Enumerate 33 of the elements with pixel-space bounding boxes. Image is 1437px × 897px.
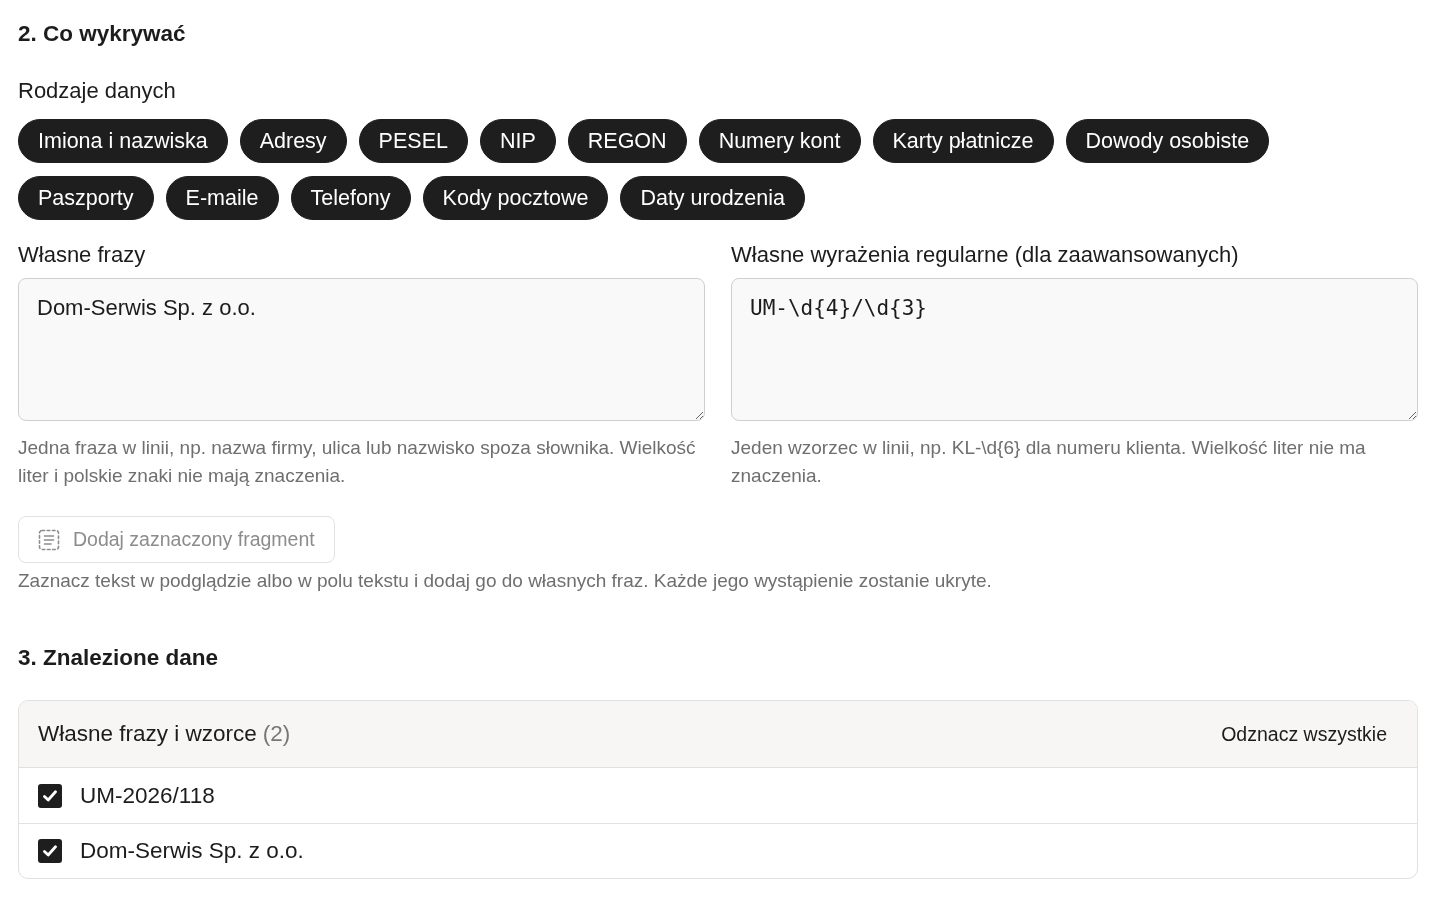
regex-field[interactable]: UM-\d{4}/\d{3} [731, 278, 1418, 421]
data-type-chip[interactable]: Paszporty [18, 176, 154, 220]
checkbox[interactable] [38, 783, 62, 808]
data-type-chip[interactable]: Telefony [290, 176, 411, 220]
data-type-chip[interactable]: Numery kont [698, 119, 861, 163]
check-icon [43, 789, 57, 802]
field-label: Własne frazy [18, 243, 146, 267]
data-type-chip[interactable]: REGON [567, 119, 687, 163]
data-type-chip[interactable]: E-maile [165, 176, 279, 220]
data-type-chip[interactable]: Imiona i nazwiska [18, 119, 228, 163]
data-type-chip[interactable]: NIP [479, 119, 556, 163]
data-type-chip[interactable]: Karty płatnicze [872, 119, 1054, 163]
field-label: Rodzaje danych [18, 79, 176, 103]
data-type-chip[interactable]: Kody pocztowe [422, 176, 609, 220]
deselect-all-button[interactable]: Odznacz wszystkie [1221, 722, 1387, 746]
count-label: (2) [262, 721, 291, 747]
group-title: Własne frazy i wzorce [38, 721, 257, 747]
data-type-chip[interactable]: Adresy [239, 119, 347, 163]
hint-text: Jeden wzorzec w linii, np. KL-\d{6} dla numeru klienta. Wielkość liter nie ma znaczenia. [731, 436, 1367, 488]
dashed-text-icon [38, 528, 60, 551]
phrases-field[interactable]: Dom-Serwis Sp. z o.o. [18, 278, 705, 421]
section-title: 3. Znalezione dane [18, 644, 219, 672]
item-label: UM-2026/118 [80, 782, 215, 809]
data-type-chip[interactable]: Daty urodzenia [620, 176, 806, 220]
help-text: Zaznacz tekst w podglądzie albo w polu tekstu i dodaj go do własnych fraz. Każde jego wystąpienie zostanie ukryte. [18, 569, 993, 593]
data-type-chip[interactable]: PESEL [358, 119, 468, 163]
section-title: 2. Co wykrywać [18, 20, 186, 48]
item-label: Dom-Serwis Sp. z o.o. [80, 838, 304, 864]
check-icon [43, 845, 57, 857]
field-label: Własne wyrażenia regularne (dla zaawansowanych) [731, 243, 1239, 267]
hint-text: Jedna fraza w linii, np. nazwa firmy, ulica lub nazwisko spoza słownika. Wielkość liter i polskie znaki nie mają znaczenia. [18, 436, 697, 488]
checkbox[interactable] [38, 839, 62, 863]
data-type-chip[interactable]: Dowody osobiste [1065, 119, 1270, 163]
